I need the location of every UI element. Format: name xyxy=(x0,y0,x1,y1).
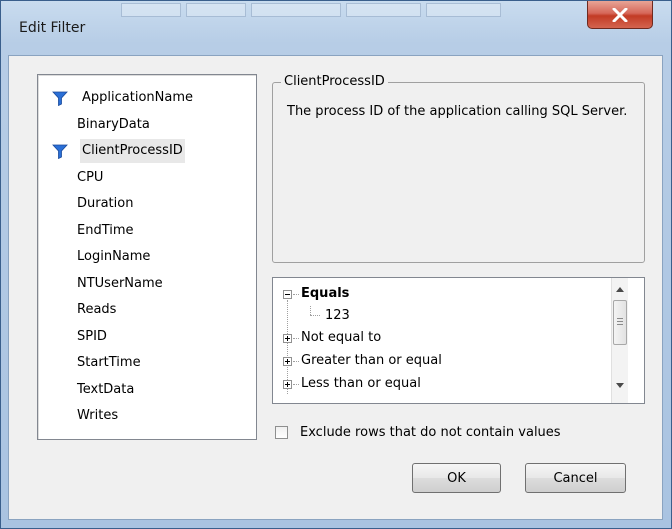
dialog-title: Edit Filter xyxy=(19,20,86,36)
operator-item[interactable]: Not equal to xyxy=(283,327,603,349)
column-item-label: Reads xyxy=(77,302,117,317)
column-item[interactable]: ClientProcessID xyxy=(38,139,254,163)
operator-item-label: Less than or equal xyxy=(301,376,421,391)
filter-funnel-icon xyxy=(52,91,68,106)
column-item[interactable]: SPID xyxy=(38,325,254,349)
close-button[interactable] xyxy=(587,1,653,29)
background-tab xyxy=(121,3,181,17)
column-item[interactable]: Duration xyxy=(38,192,254,216)
scroll-down-icon[interactable] xyxy=(616,383,624,388)
operator-scrollbar[interactable] xyxy=(611,278,628,403)
column-item-label: LoginName xyxy=(77,249,151,264)
background-tab xyxy=(186,3,246,17)
operator-item[interactable]: Greater than or equal xyxy=(283,350,603,372)
column-item-label: ApplicationName xyxy=(82,90,193,105)
operator-equals-label: Equals xyxy=(301,286,350,301)
expand-icon[interactable] xyxy=(283,380,292,389)
collapse-icon[interactable] xyxy=(283,290,292,299)
scroll-thumb[interactable] xyxy=(613,300,627,345)
close-icon xyxy=(612,7,628,22)
column-item-label: CPU xyxy=(77,169,104,185)
operator-equals-value[interactable]: 123 xyxy=(325,305,350,327)
column-item[interactable]: Writes xyxy=(38,404,254,428)
column-item-label: EndTime xyxy=(77,222,134,238)
exclude-rows-checkbox[interactable] xyxy=(275,426,288,439)
column-item-label: NTUserName xyxy=(77,275,163,291)
column-item[interactable]: StartTime xyxy=(38,351,254,375)
column-item[interactable]: BinaryData xyxy=(38,113,254,137)
description-group-title: ClientProcessID xyxy=(281,74,388,89)
column-item-label: Writes xyxy=(77,408,119,423)
column-item[interactable]: LoginName xyxy=(38,245,254,269)
operator-equals[interactable]: Equals xyxy=(283,283,603,305)
column-item-label: BinaryData xyxy=(77,116,150,132)
column-item-label: SPID xyxy=(77,328,107,344)
operator-item-label: Greater than or equal xyxy=(301,353,442,368)
operator-item[interactable]: Less than or equal xyxy=(283,373,603,395)
column-item-label: StartTime xyxy=(77,355,141,370)
column-item[interactable]: Reads xyxy=(38,298,254,322)
exclude-rows-label[interactable]: Exclude rows that do not contain values xyxy=(300,424,561,441)
operator-tree[interactable]: Equals 123 Not equal to Greater than or e… xyxy=(272,277,645,404)
background-tab xyxy=(251,3,341,17)
column-item[interactable]: NTUserName xyxy=(38,272,254,296)
column-item[interactable]: TextData xyxy=(38,378,254,402)
background-tab xyxy=(346,3,421,17)
background-tab xyxy=(426,3,501,17)
column-description: The process ID of the application callin… xyxy=(287,104,628,119)
filter-funnel-icon xyxy=(52,144,68,159)
column-item[interactable]: EndTime xyxy=(38,219,254,243)
column-item-label: Duration xyxy=(77,196,134,211)
column-item-label: TextData xyxy=(77,381,135,397)
column-item[interactable]: CPU xyxy=(38,166,254,190)
operator-item-label: Not equal to xyxy=(301,330,382,345)
ok-button[interactable]: OK xyxy=(412,463,501,493)
cancel-button[interactable]: Cancel xyxy=(525,463,626,493)
expand-icon[interactable] xyxy=(283,334,292,343)
column-item-label: ClientProcessID xyxy=(80,139,185,163)
scroll-up-icon[interactable] xyxy=(616,287,624,292)
expand-icon[interactable] xyxy=(283,357,292,366)
column-item[interactable]: ApplicationName xyxy=(38,86,254,110)
